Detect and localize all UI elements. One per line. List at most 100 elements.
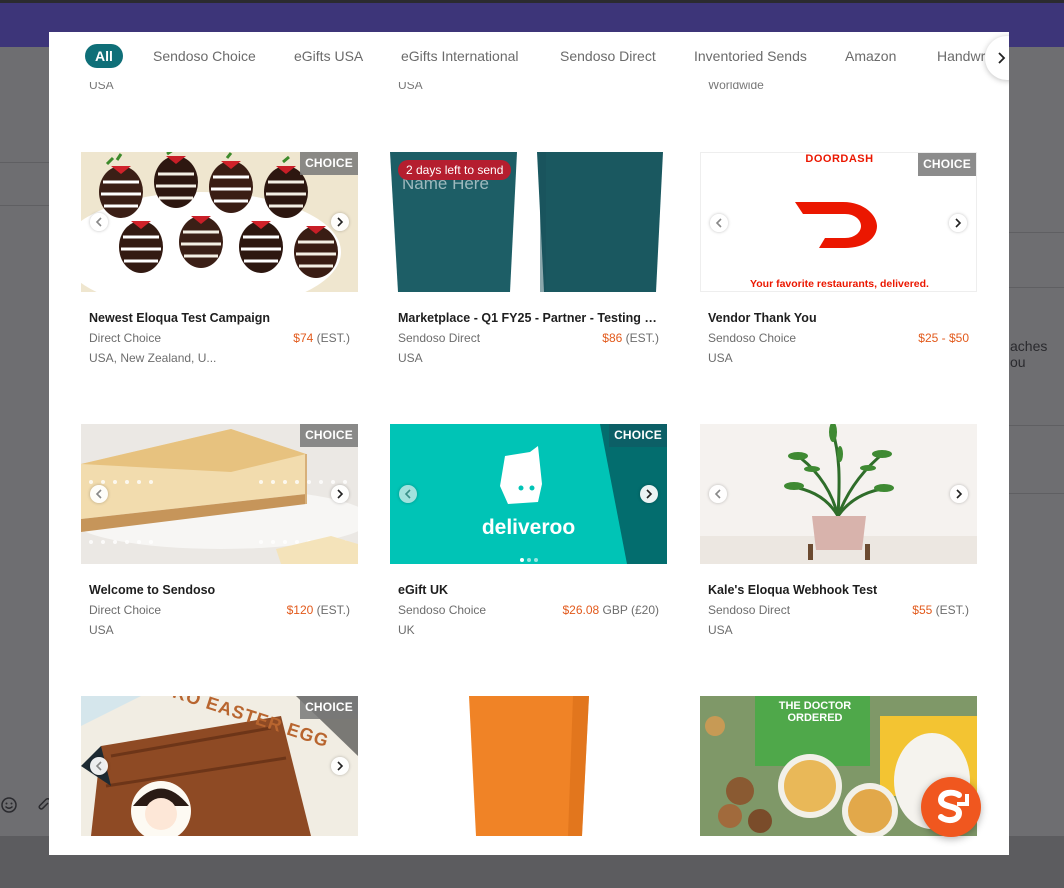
doordash-logo-icon [795,202,877,248]
tab-egifts-usa[interactable]: eGifts USA [294,44,363,68]
chevron-left-icon [714,489,721,499]
gift-source: Sendoso Direct [398,331,481,345]
gift-region: USA [398,351,423,365]
doordash-tagline: Your favorite restaurants, delivered. [750,278,929,290]
chevron-right-icon [955,218,962,228]
chevron-left-icon [95,489,102,499]
price-amount: $55 [912,603,933,617]
gift-card-image: DOORDASH Your favorite restaurants, deli… [700,152,977,292]
carousel-prev-button[interactable] [90,213,108,231]
gift-card-image [390,696,667,836]
app-left-panel [0,47,49,836]
tab-sendoso-choice[interactable]: Sendoso Choice [153,44,256,68]
gift-price: $25 - $50 [918,331,969,345]
gift-card[interactable]: deliveroo CHOICE eGift UK Sendoso Choice… [390,424,667,637]
gift-source: Direct Choice [89,603,162,617]
gift-card-image: Name Here 2 days left to send [390,152,667,292]
chevron-right-icon [337,489,344,499]
gift-card-image: CHOICE [81,152,358,292]
tab-inventoried-sends[interactable]: Inventoried Sends [694,44,807,68]
carousel-next-button[interactable] [331,757,349,775]
gift-card[interactable]: DOORDASH Your favorite restaurants, deli… [700,152,977,365]
gift-card[interactable]: Name Here 2 days left to send Marketplac… [390,152,667,365]
price-amount: $26.08 [562,603,600,617]
app-divider [1009,232,1064,233]
gift-price: $26.08 GBP (£20) [562,603,659,617]
gift-card-image [700,424,977,564]
chevron-right-icon [998,52,1006,64]
gift-card[interactable]: Kale's Eloqua Webhook Test Sendoso Direc… [700,424,977,637]
sendoso-assistant-button[interactable] [921,777,981,837]
carousel-next-button[interactable] [950,485,968,503]
gift-price: $74 (EST.) [293,331,350,345]
price-amount: $120 [286,603,314,617]
tab-egifts-international[interactable]: eGifts International [401,44,519,68]
choice-badge: CHOICE [300,152,358,175]
chevron-left-icon [95,761,102,771]
price-note: (EST.) [313,331,350,345]
chevron-right-icon [337,217,344,227]
app-right-panel [1009,47,1064,836]
deliveroo-wordmark: deliveroo [481,516,576,539]
gift-region: UK [398,623,415,637]
carousel-prev-button[interactable] [399,485,417,503]
gift-card[interactable] [390,696,667,836]
gift-title: Welcome to Sendoso [89,583,216,597]
price-note: (EST.) [313,603,350,617]
carousel-prev-button[interactable] [90,485,108,503]
chevron-right-icon [956,489,963,499]
price-amount: $25 - $50 [918,331,969,345]
chevron-left-icon [404,489,411,499]
carousel-dots[interactable] [519,558,538,562]
emoji-icon[interactable] [1,797,19,815]
gift-title: Vendor Thank You [708,311,817,325]
category-tabs: All Sendoso Choice eGifts USA eGifts Int… [49,32,1009,82]
gift-card[interactable]: KOKO EASTER EGG CHOICE [81,696,358,836]
gift-price: $86 (EST.) [602,331,659,345]
price-note: (EST.) [622,331,659,345]
tabs-scroll-right-button[interactable] [985,36,1009,80]
days-left-badge: 2 days left to send [398,160,512,180]
carousel-next-button[interactable] [640,485,658,503]
chevron-right-icon [337,761,344,771]
gift-title: eGift UK [398,583,448,597]
carousel-prev-button[interactable] [710,214,728,232]
gift-region: USA [89,623,114,637]
tab-sendoso-direct[interactable]: Sendoso Direct [560,44,656,68]
choice-badge: CHOICE [300,424,358,447]
gift-catalog-modal: All Sendoso Choice eGifts USA eGifts Int… [49,32,1009,855]
orange-tumbler-image [390,696,667,836]
gift-card-image: KOKO EASTER EGG CHOICE [81,696,358,836]
carousel-prev-button[interactable] [90,757,108,775]
app-divider [1009,493,1064,494]
tab-handwritten[interactable]: Handwr [937,44,985,68]
gift-source: Sendoso Choice [708,331,797,345]
choice-badge: CHOICE [918,153,976,176]
app-divider [0,205,49,206]
choice-badge: CHOICE [300,696,358,719]
app-divider [1009,287,1064,288]
tab-all[interactable]: All [85,44,123,68]
box-label-text: THE DOCTOR ORDERED [778,700,852,724]
gift-card-image: deliveroo CHOICE [390,424,667,564]
gift-card[interactable]: CHOICE Welcome to Sendoso Direct Choice … [81,424,358,637]
gift-card[interactable]: CHOICE Newest Eloqua Test Campaign Direc… [81,152,358,365]
gift-source: Sendoso Choice [398,603,487,617]
chevron-left-icon [95,217,102,227]
tab-amazon[interactable]: Amazon [845,44,896,68]
gift-region: USA [708,623,733,637]
sendoso-logo-icon [937,789,969,824]
gift-source: Sendoso Direct [708,603,791,617]
gift-title: Marketplace - Q1 FY25 - Partner - Testin… [398,311,658,325]
chevron-left-icon [715,218,722,228]
carousel-next-button[interactable] [949,214,967,232]
gift-price: $120 (EST.) [287,603,350,617]
price-note: (EST.) [932,603,969,617]
price-amount: $74 [293,331,314,345]
app-divider [1009,425,1064,426]
carousel-next-button[interactable] [331,485,349,503]
gift-region: USA, New Zealand, U... [89,351,217,365]
carousel-prev-button[interactable] [709,485,727,503]
price-note: GBP (£20) [599,603,659,617]
carousel-next-button[interactable] [331,213,349,231]
